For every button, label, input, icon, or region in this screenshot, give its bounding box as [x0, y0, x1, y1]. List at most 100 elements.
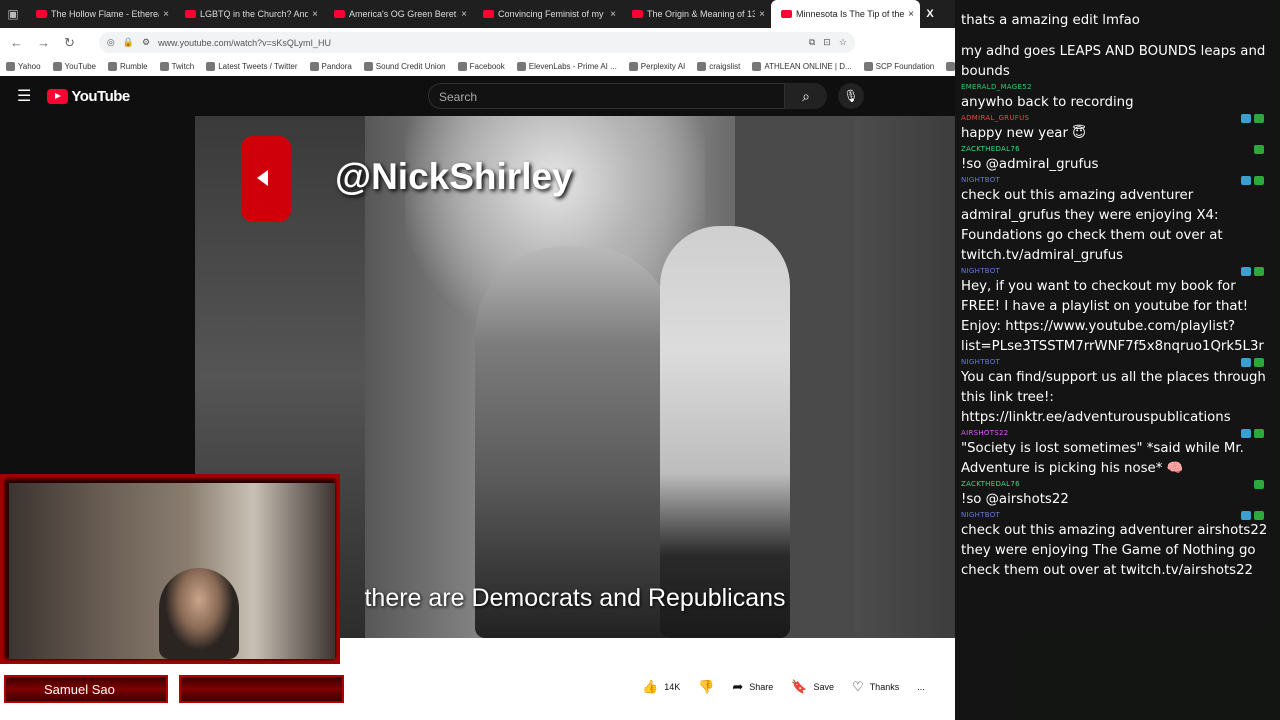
menu-icon[interactable]: ☰: [17, 86, 31, 106]
browser-tab[interactable]: The Origin & Meaning of 13 Sc×: [622, 0, 771, 28]
x-tab[interactable]: X: [920, 0, 940, 28]
url-text[interactable]: www.youtube.com/watch?v=sKsQLymI_HU: [158, 38, 801, 48]
voice-search-button[interactable]: 🎙: [838, 83, 864, 109]
bookmark-label: Sound Credit Union: [375, 62, 446, 71]
bookmark-favicon-icon: [863, 62, 873, 71]
chat-badge-icon: [1254, 511, 1264, 520]
chat-text: You can find/support us all the places t…: [961, 370, 1266, 425]
bookmark-star-icon[interactable]: ☆: [839, 37, 847, 48]
bookmark-item[interactable]: craigslist: [697, 62, 740, 71]
bookmark-label: Pandora: [321, 62, 352, 71]
chat-username: ADMIRAL_GRUFUS: [961, 114, 1030, 122]
tab-actions-icon[interactable]: ▣: [0, 0, 26, 28]
bookmark-item[interactable]: Yahoo: [6, 62, 41, 71]
browser-tab[interactable]: The Hollow Flame - Ethereal Da ×: [26, 0, 175, 28]
chat-text: "Society is lost sometimes" *said while …: [961, 441, 1244, 476]
close-tab-icon[interactable]: ×: [461, 9, 467, 20]
tab-strip: The Hollow Flame - Ethereal Da×LGBTQ in …: [26, 0, 920, 28]
chat-message: EMERALD_MAGE52anywho back to recording: [955, 82, 1280, 113]
bookmark-item[interactable]: Twitch: [159, 62, 195, 71]
bookmark-item[interactable]: Rumble: [107, 62, 148, 71]
reload-icon[interactable]: ↻: [64, 35, 75, 51]
bookmark-label: Twitch: [171, 62, 195, 71]
bookmark-favicon-icon: [516, 62, 526, 71]
bookmark-label: Facebook: [469, 62, 505, 71]
chat-message: ZACKTHEDAL76 !so @admiral_grufus: [955, 144, 1280, 175]
chat-badges: [1241, 267, 1264, 276]
bookmark-item[interactable]: Latest Tweets / Twitter: [206, 62, 298, 71]
bookmark-label: Yahoo: [18, 62, 41, 71]
bookmark-item[interactable]: SCP Foundation: [863, 62, 935, 71]
lock-icon[interactable]: 🔒: [123, 37, 134, 48]
bookmark-item[interactable]: ATHLEAN ONLINE | D...: [752, 62, 852, 71]
bookmark-item[interactable]: YouTube: [52, 62, 96, 71]
search-input[interactable]: Search: [428, 83, 785, 109]
chat-message: NIGHTBOT check out this amazing adventure…: [955, 510, 1280, 581]
search-button[interactable]: ⌕: [785, 83, 827, 109]
install-icon[interactable]: ⧉: [809, 37, 815, 48]
back-icon[interactable]: ←: [10, 35, 23, 50]
more-actions-button[interactable]: ...: [911, 676, 931, 698]
chat-username: NIGHTBOT: [961, 358, 1001, 366]
chat-text: Hey, if you want to checkout my book for…: [961, 279, 1264, 354]
close-tab-icon[interactable]: ×: [908, 9, 914, 20]
chat-badge-icon: [1254, 429, 1264, 438]
chat-username: ZACKTHEDAL76: [961, 145, 1020, 153]
chat-badge-icon: [1241, 511, 1251, 520]
close-tab-icon[interactable]: ×: [610, 9, 616, 20]
bookmark-favicon-icon: [206, 62, 216, 71]
chat-text: anywho back to recording: [961, 95, 1134, 110]
save-label: Save: [813, 682, 835, 692]
browser-tab[interactable]: America's OG Green Beret - Sar ×: [324, 0, 473, 28]
close-tab-icon[interactable]: ×: [759, 9, 765, 20]
chat-badge-icon: [1241, 114, 1251, 123]
like-button[interactable]: 👍 14K: [636, 676, 687, 698]
chat-badge-icon: [1254, 176, 1264, 185]
bookmark-favicon-icon: [457, 62, 467, 71]
youtube-favicon-icon: [483, 10, 494, 18]
tab-title: The Origin & Meaning of 13 Sc: [647, 9, 756, 19]
chat-username: EMERALD_MAGE52: [961, 83, 1032, 91]
chat-message: my adhd goes LEAPS AND BOUNDS leaps and …: [955, 31, 1280, 82]
chat-username: [961, 31, 1272, 42]
close-tab-icon[interactable]: ×: [312, 9, 318, 20]
streamer-name-plate: Samuel Sao: [4, 675, 168, 703]
bookmark-label: SCP Foundation: [875, 62, 935, 71]
save-button[interactable]: 🔖 Save: [785, 676, 841, 698]
bookmark-label: ElevenLabs - Prime AI ...: [528, 62, 617, 71]
browser-tab[interactable]: Convincing Feminist of my Wor ×: [473, 0, 622, 28]
screenshot-icon[interactable]: ⊡: [823, 37, 831, 48]
url-field[interactable]: ◎ 🔒 ⚙ www.youtube.com/watch?v=sKsQLymI_H…: [98, 32, 855, 53]
bookmark-item[interactable]: ElevenLabs - Prime AI ...: [516, 62, 617, 71]
bookmark-item[interactable]: Sound Credit Union: [363, 62, 446, 71]
site-settings-icon[interactable]: ⚙: [142, 37, 150, 48]
bookmark-label: Rumble: [119, 62, 148, 71]
forward-icon[interactable]: →: [37, 35, 50, 50]
youtube-header: ☰ YouTube Search ⌕ 🎙: [0, 76, 955, 116]
like-count: 14K: [664, 682, 681, 692]
thanks-button[interactable]: ♡ Thanks: [846, 676, 906, 698]
chat-badge-icon: [1254, 145, 1264, 154]
close-tab-icon[interactable]: ×: [163, 9, 169, 20]
browser-tab[interactable]: LGBTQ in the Church? Andrew W×: [175, 0, 324, 28]
bookmark-item[interactable]: Pandora: [309, 62, 352, 71]
chat-text: check out this amazing adventurer admira…: [961, 188, 1223, 263]
chat-badge-icon: [1241, 267, 1251, 276]
chat-badge-icon: [1241, 429, 1251, 438]
tab-title: America's OG Green Beret - Sar: [349, 9, 457, 19]
mic-icon: 🎙: [843, 89, 859, 103]
chat-message: ADMIRAL_GRUFUS happy new year 😇: [955, 113, 1280, 144]
chat-username: NIGHTBOT: [961, 176, 1001, 184]
video-scene-woman: [475, 246, 675, 638]
browser-tab[interactable]: Minnesota Is The Tip of the Sch×: [771, 0, 920, 28]
chat-username: AIRSHOTS22: [961, 429, 1009, 437]
bookmark-item[interactable]: Facebook: [457, 62, 505, 71]
bookmark-item[interactable]: From Google: [946, 62, 955, 71]
shield-icon[interactable]: ◎: [107, 37, 115, 48]
youtube-logo[interactable]: YouTube: [47, 88, 130, 105]
thanks-icon: ♡: [852, 679, 864, 694]
chat-badges: [1254, 145, 1264, 154]
share-button[interactable]: ➦ Share: [726, 676, 780, 698]
dislike-button[interactable]: 👎: [692, 676, 721, 698]
bookmark-item[interactable]: Perplexity AI: [628, 62, 685, 71]
